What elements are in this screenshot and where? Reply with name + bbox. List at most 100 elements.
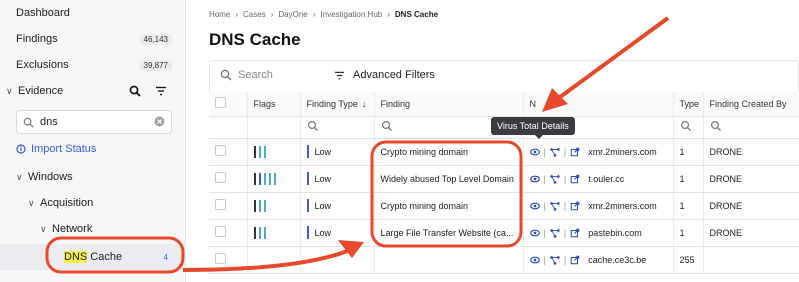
breadcrumb-case[interactable]: DayOne <box>278 10 307 19</box>
eye-icon[interactable] <box>529 174 540 184</box>
finding-label: Crypto mining domain <box>380 200 469 211</box>
column-header-finding-type[interactable]: Finding Type ↓ <box>300 92 375 117</box>
header-row: Flags Finding Type ↓ Finding N Type Findi… <box>209 92 799 117</box>
column-header-type[interactable]: Type <box>673 92 704 117</box>
search-icon <box>129 85 141 97</box>
external-link-icon[interactable] <box>570 228 580 238</box>
sidebar-item-dns-cache[interactable]: DNS Cache 4 <box>0 244 186 270</box>
row-select-cell[interactable] <box>209 219 248 247</box>
external-link-icon[interactable] <box>570 255 580 265</box>
sidebar-item-label: Findings <box>16 33 58 45</box>
filter-cell[interactable] <box>673 116 704 139</box>
sidebar-search[interactable] <box>16 110 172 134</box>
external-link-icon[interactable] <box>570 174 580 184</box>
select-all-header[interactable] <box>209 92 248 117</box>
column-header-flags[interactable]: Flags <box>247 92 301 117</box>
created-by-cell: DRONE <box>703 192 799 220</box>
flag-marker <box>253 199 256 212</box>
sidebar-item-findings[interactable]: Findings 46,143 <box>0 26 186 52</box>
row-checkbox[interactable] <box>215 226 226 237</box>
flags-cell <box>247 165 301 193</box>
sidebar-item-exclusions[interactable]: Exclusions 39,877 <box>0 52 186 78</box>
filter-cell[interactable] <box>703 116 799 139</box>
row-select-cell[interactable] <box>209 138 248 166</box>
sidebar: Dashboard Findings 46,143 Exclusions 39,… <box>0 0 186 282</box>
row-select-cell[interactable] <box>209 246 248 274</box>
row-checkbox[interactable] <box>215 253 226 264</box>
type-cell: 1 <box>673 219 704 247</box>
filter-icon <box>335 71 344 79</box>
row-checkbox[interactable] <box>215 172 226 183</box>
breadcrumb-home[interactable]: Home <box>209 10 230 19</box>
row-select-cell[interactable] <box>209 192 248 220</box>
column-header-finding[interactable]: Finding <box>374 92 524 117</box>
breadcrumb-investigation-hub[interactable]: Investigation Hub <box>320 10 382 19</box>
eye-icon[interactable] <box>529 255 540 265</box>
row-select-cell[interactable] <box>209 165 248 193</box>
sidebar-item-windows[interactable]: ∨ Windows <box>0 164 186 190</box>
table-row[interactable]: Low Crypto mining domain | | xmr.2miners.com… <box>209 192 799 220</box>
flag-marker <box>253 226 256 239</box>
row-checkbox[interactable] <box>215 145 226 156</box>
column-header-finding-created-by[interactable]: Finding Created By <box>703 92 799 117</box>
table-row[interactable]: | | cache.ce3c.be 255 <box>209 246 799 274</box>
flag-marker <box>253 172 256 185</box>
flag-marker <box>268 172 271 185</box>
graph-icon[interactable] <box>550 201 560 211</box>
severity-label: Low <box>314 200 332 211</box>
external-link-icon[interactable] <box>570 147 580 157</box>
created-by-cell: DRONE <box>703 165 799 193</box>
external-link-icon[interactable] <box>570 201 580 211</box>
flag-marker <box>258 145 261 158</box>
severity-label: Low <box>314 146 332 157</box>
graph-icon[interactable] <box>550 228 560 238</box>
advanced-filters-label: Advanced Filters <box>353 69 435 81</box>
sidebar-item-import-status[interactable]: Import Status <box>0 136 186 162</box>
flag-markers <box>253 226 294 239</box>
count-badge: 39,877 <box>139 59 172 71</box>
eye-icon[interactable] <box>529 228 540 238</box>
breadcrumb-cases[interactable]: Cases <box>243 10 266 19</box>
graph-icon[interactable] <box>550 174 560 184</box>
finding-type-cell: Low <box>300 165 375 193</box>
chevron-down-icon: ∨ <box>28 197 35 208</box>
sidebar-item-label: Exclusions <box>16 59 69 71</box>
sidebar-search-input[interactable] <box>40 116 150 128</box>
breadcrumb-current: DNS Cache <box>394 10 439 19</box>
name-cell: | | xmr.2miners.com <box>523 138 674 166</box>
graph-icon[interactable] <box>550 147 560 157</box>
eye-icon[interactable] <box>529 201 540 211</box>
severity-bar <box>306 145 309 158</box>
created-by-cell: DRONE <box>703 219 799 247</box>
table-row[interactable]: Low Widely abused Top Level Domain | | t.oul… <box>209 165 799 193</box>
eye-icon[interactable] <box>529 147 540 157</box>
graph-icon[interactable] <box>550 255 560 265</box>
severity-label: Low <box>314 227 332 238</box>
finding-label: Large File Transfer Website (ca... <box>380 227 514 238</box>
advanced-filters-button[interactable]: Advanced Filters <box>334 69 435 81</box>
clear-icon[interactable] <box>154 116 165 130</box>
row-checkbox[interactable] <box>215 199 226 210</box>
sidebar-item-acquisition[interactable]: ∨ Acquisition <box>0 190 186 216</box>
table-search[interactable]: Search <box>220 69 273 81</box>
severity-bar <box>306 172 309 185</box>
sidebar-item-dashboard[interactable]: Dashboard <box>0 0 186 26</box>
type-cell: 1 <box>673 192 704 220</box>
filter-button[interactable] <box>150 81 172 101</box>
search-toggle-button[interactable] <box>124 81 146 101</box>
select-all-checkbox[interactable] <box>215 97 226 109</box>
type-cell: 1 <box>673 138 704 166</box>
flag-markers <box>253 199 294 212</box>
type-value: 255 <box>679 254 695 265</box>
name-cell: | | xmr.2miners.com <box>523 192 674 220</box>
table-row[interactable]: Low Large File Transfer Website (ca... | | p… <box>209 219 799 247</box>
severity-bar <box>306 199 309 212</box>
sidebar-item-network[interactable]: ∨ Network <box>0 216 186 242</box>
table-row[interactable]: Low Crypto mining domain | | xmr.2miners.com… <box>209 138 799 166</box>
count-badge: 46,143 <box>139 33 172 45</box>
filter-cell[interactable] <box>300 116 375 139</box>
sidebar-item-label: Evidence <box>18 85 64 97</box>
column-header-name[interactable]: N <box>523 92 674 117</box>
flag-marker <box>258 226 261 239</box>
flags-cell <box>247 138 301 166</box>
